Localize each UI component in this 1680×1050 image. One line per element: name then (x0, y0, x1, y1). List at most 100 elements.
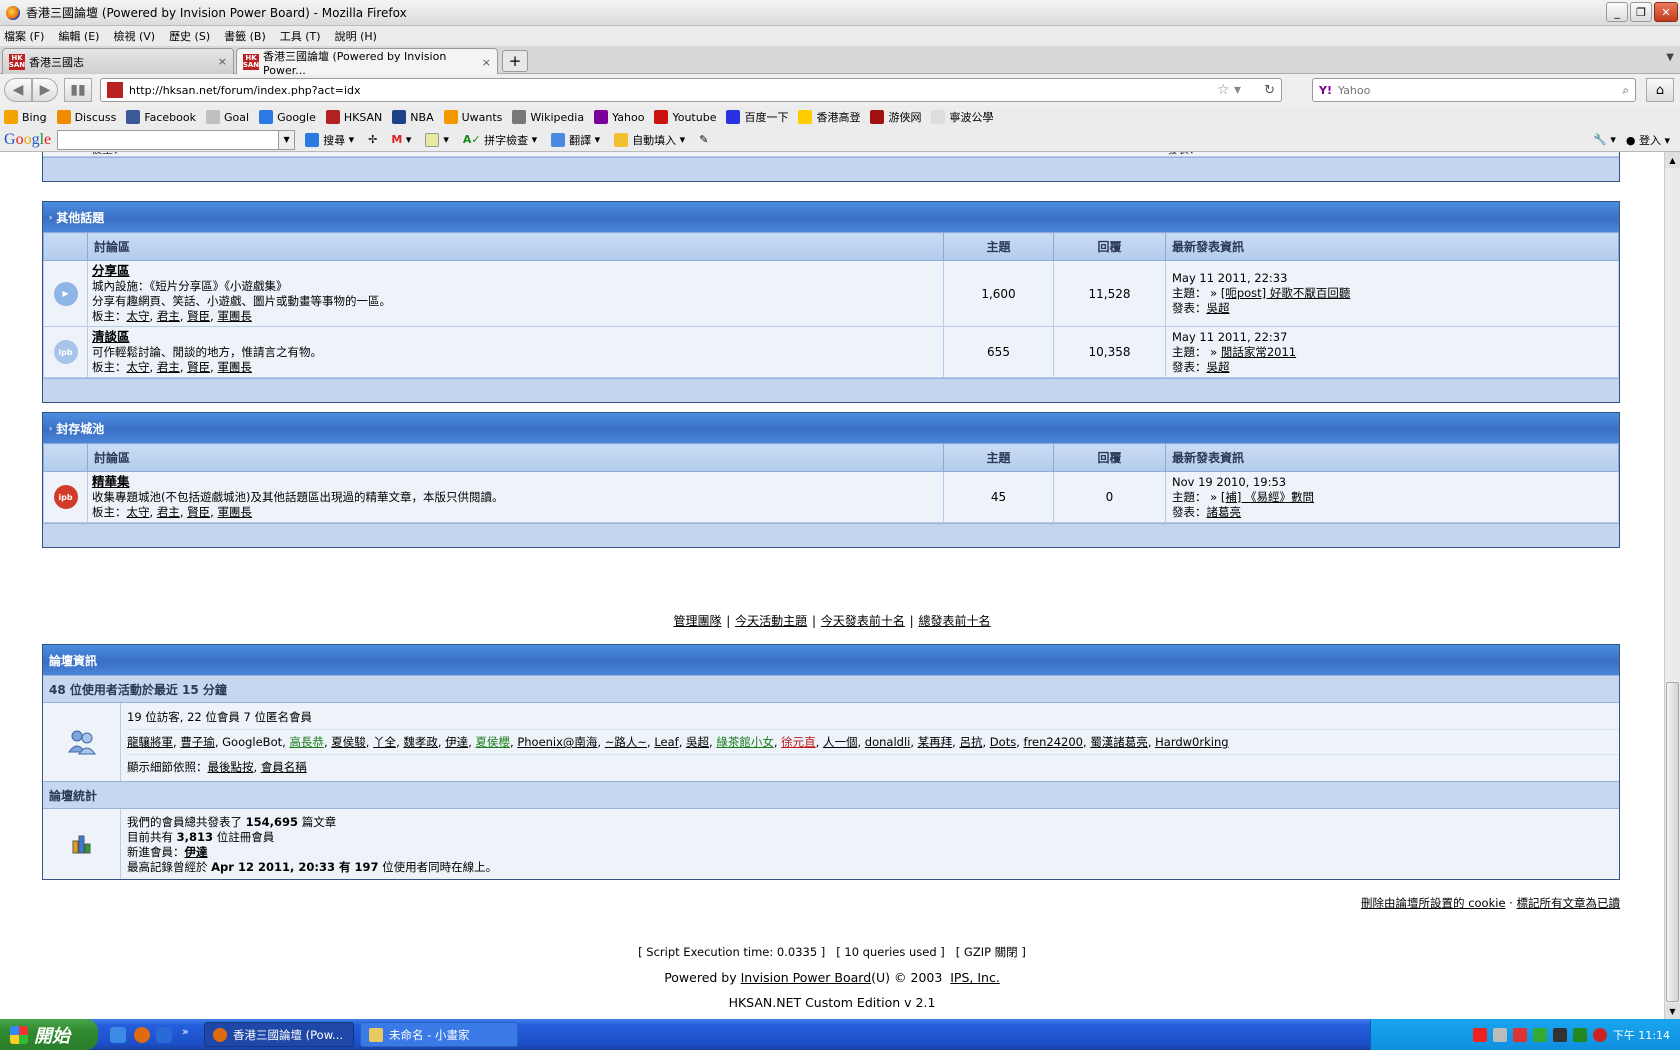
bookmark-wikipedia[interactable]: Wikipedia (512, 110, 584, 124)
bookmark-baidu[interactable]: 百度一下 (726, 109, 788, 125)
online-member-link[interactable]: ~路人~ (605, 735, 647, 749)
sort-last-click-link[interactable]: 最後點按 (208, 760, 254, 774)
online-member-link[interactable]: 夏侯駿 (331, 735, 366, 749)
scrollbar-thumb[interactable] (1666, 682, 1679, 1002)
menu-tools[interactable]: 工具 (T) (280, 28, 321, 44)
moderator-link[interactable]: 軍團長 (217, 505, 252, 519)
ie-quicklaunch-icon-2[interactable] (156, 1027, 172, 1043)
online-member-link[interactable]: 魏孝政 (403, 735, 438, 749)
tab-hksan-sanguo[interactable]: HK SAN 香港三國志 × (2, 48, 234, 74)
close-tab-icon[interactable]: × (482, 56, 491, 69)
tray-update-icon[interactable] (1532, 1027, 1547, 1042)
delete-cookies-link[interactable]: 刪除由論壇所設置的 cookie (1361, 896, 1505, 910)
start-button[interactable]: 開始 (0, 1019, 98, 1050)
bookmark-tool[interactable]: ▾ (425, 132, 449, 147)
mark-all-read-link[interactable]: 標記所有文章為已讀 (1517, 896, 1621, 910)
bookmark-nba[interactable]: NBA (392, 110, 434, 124)
online-member-link[interactable]: 人一個 (823, 735, 858, 749)
last-author-link[interactable]: 吳超 (1207, 360, 1230, 374)
online-member-link[interactable]: donaldli (865, 735, 911, 749)
goto-last-post-icon[interactable]: » (1210, 345, 1217, 359)
reload-icon[interactable]: ↻ (1264, 83, 1275, 98)
online-member-link[interactable]: 某再拜 (918, 735, 953, 749)
url-input[interactable] (129, 83, 1169, 97)
online-member-link[interactable]: 徐元直 (781, 735, 816, 749)
moderator-link[interactable]: 軍團長 (217, 360, 252, 374)
online-member-link[interactable]: 綠茶館小女 (716, 735, 774, 749)
pin-tool[interactable]: ✢ (368, 133, 377, 146)
goto-last-post-icon[interactable]: » (1210, 490, 1217, 504)
online-member-link[interactable]: Leaf (654, 735, 678, 749)
ie-quicklaunch-icon[interactable] (110, 1027, 126, 1043)
last-topic-link[interactable]: [呃post] 好歌不厭百回聽 (1221, 286, 1350, 300)
online-member-link[interactable]: 龍驤將軍 (127, 735, 173, 749)
google-logo[interactable]: Google (4, 131, 51, 149)
moderator-link[interactable]: 軍團長 (217, 309, 252, 323)
overall-top10-link[interactable]: 總發表前十名 (919, 614, 991, 628)
forum-name-link[interactable]: 清談區 (92, 329, 130, 344)
ips-link[interactable]: IPS, Inc. (950, 970, 1000, 985)
tray-network-icon[interactable] (1492, 1027, 1507, 1042)
moderator-link[interactable]: 賢臣 (187, 505, 210, 519)
chevron-down-icon[interactable]: ▼ (278, 130, 295, 149)
close-window-button[interactable]: ✕ (1654, 2, 1678, 22)
bookmark-uwants[interactable]: Uwants (443, 110, 502, 124)
today-top10-link[interactable]: 今天發表前十名 (821, 614, 905, 628)
minimize-button[interactable]: _ (1606, 2, 1628, 22)
newest-member-link[interactable]: 伊達 (185, 845, 208, 859)
invision-link[interactable]: Invision Power Board (741, 970, 872, 985)
online-member-link[interactable]: 曹子瑜 (180, 735, 215, 749)
home-button[interactable]: ⌂ (1646, 78, 1674, 102)
menu-file[interactable]: 檔案 (F) (4, 28, 44, 44)
close-tab-icon[interactable]: × (218, 55, 227, 68)
tray-ime-icon[interactable] (1572, 1027, 1587, 1042)
bookmark-discuss[interactable]: Discuss (56, 110, 116, 124)
bookmark-goal[interactable]: Goal (206, 110, 249, 124)
forward-button[interactable]: ▶ (32, 78, 58, 102)
bookmark-yahoo[interactable]: Yahoo (594, 110, 644, 124)
tray-flash-icon[interactable] (1592, 1027, 1607, 1042)
bookmark-google[interactable]: Google (259, 110, 316, 124)
online-member-link[interactable]: Dots (990, 735, 1016, 749)
moderator-link[interactable]: 君主 (157, 505, 180, 519)
online-member-link[interactable]: 蜀漢諸葛亮 (1090, 735, 1148, 749)
vertical-scrollbar[interactable]: ▲ ▼ (1664, 152, 1680, 1019)
online-member-link[interactable]: Phoenix@南海 (517, 735, 597, 749)
goto-last-post-icon[interactable]: » (1210, 286, 1217, 300)
firefox-quicklaunch-icon[interactable] (134, 1027, 150, 1043)
page-viewport[interactable]: 板主： 發表： ›其他話題討論區主題回覆最新發表資訊▶分享區城內設施：《短片分享… (0, 152, 1664, 1019)
tray-app-icon[interactable] (1552, 1027, 1567, 1042)
online-member-link[interactable]: 丫全 (373, 735, 396, 749)
tray-antivirus-icon[interactable] (1512, 1027, 1527, 1042)
spellcheck-button[interactable]: A✓ 拼字檢查 ▾ (463, 132, 537, 148)
online-member-link[interactable]: 伊達 (445, 735, 468, 749)
sort-member-name-link[interactable]: 會員名稱 (261, 760, 307, 774)
category-header[interactable]: › 封存城池 (43, 413, 1619, 443)
bookmark-youtube[interactable]: Youtube (654, 110, 716, 124)
forum-name-link[interactable]: 分享區 (92, 263, 130, 278)
tray-alert-icon[interactable] (1472, 1027, 1487, 1042)
url-bar[interactable]: ☆ ▾ ↻ (100, 78, 1282, 102)
category-header[interactable]: › 其他話題 (43, 202, 1619, 232)
staff-link[interactable]: 管理團隊 (673, 614, 721, 628)
moderator-link[interactable]: 君主 (157, 360, 180, 374)
menu-help[interactable]: 說明 (H) (335, 28, 377, 44)
online-member-link[interactable]: 吳超 (686, 735, 709, 749)
bookmark-ali213[interactable]: 游俠网 (870, 109, 921, 125)
bookmark-hkgolden[interactable]: 香港高登 (798, 109, 860, 125)
google-search-input[interactable]: ▼ (57, 129, 296, 150)
bookmarks-bar-button[interactable]: ▮▮ (64, 78, 92, 102)
translate-button[interactable]: 翻譯 ▾ (551, 132, 600, 148)
bookmark-hksan[interactable]: HKSAN (325, 110, 382, 124)
search-bar[interactable]: Y! ⌕ (1312, 78, 1636, 102)
last-topic-link[interactable]: 閒話家常2011 (1221, 345, 1296, 359)
online-member-link[interactable]: 呂抗 (959, 735, 982, 749)
wrench-icon[interactable]: 🔧 ▾ (1593, 133, 1616, 146)
tray-clock[interactable]: 下午 11:14 (1613, 1027, 1670, 1043)
last-author-link[interactable]: 吳超 (1207, 301, 1230, 315)
forum-name-link[interactable]: 精華集 (92, 474, 130, 489)
quicklaunch-more-icon[interactable]: » (182, 1025, 189, 1038)
search-input[interactable] (1337, 83, 1598, 97)
moderator-link[interactable]: 賢臣 (187, 309, 210, 323)
google-search-button[interactable]: 搜尋 ▾ (305, 132, 354, 148)
